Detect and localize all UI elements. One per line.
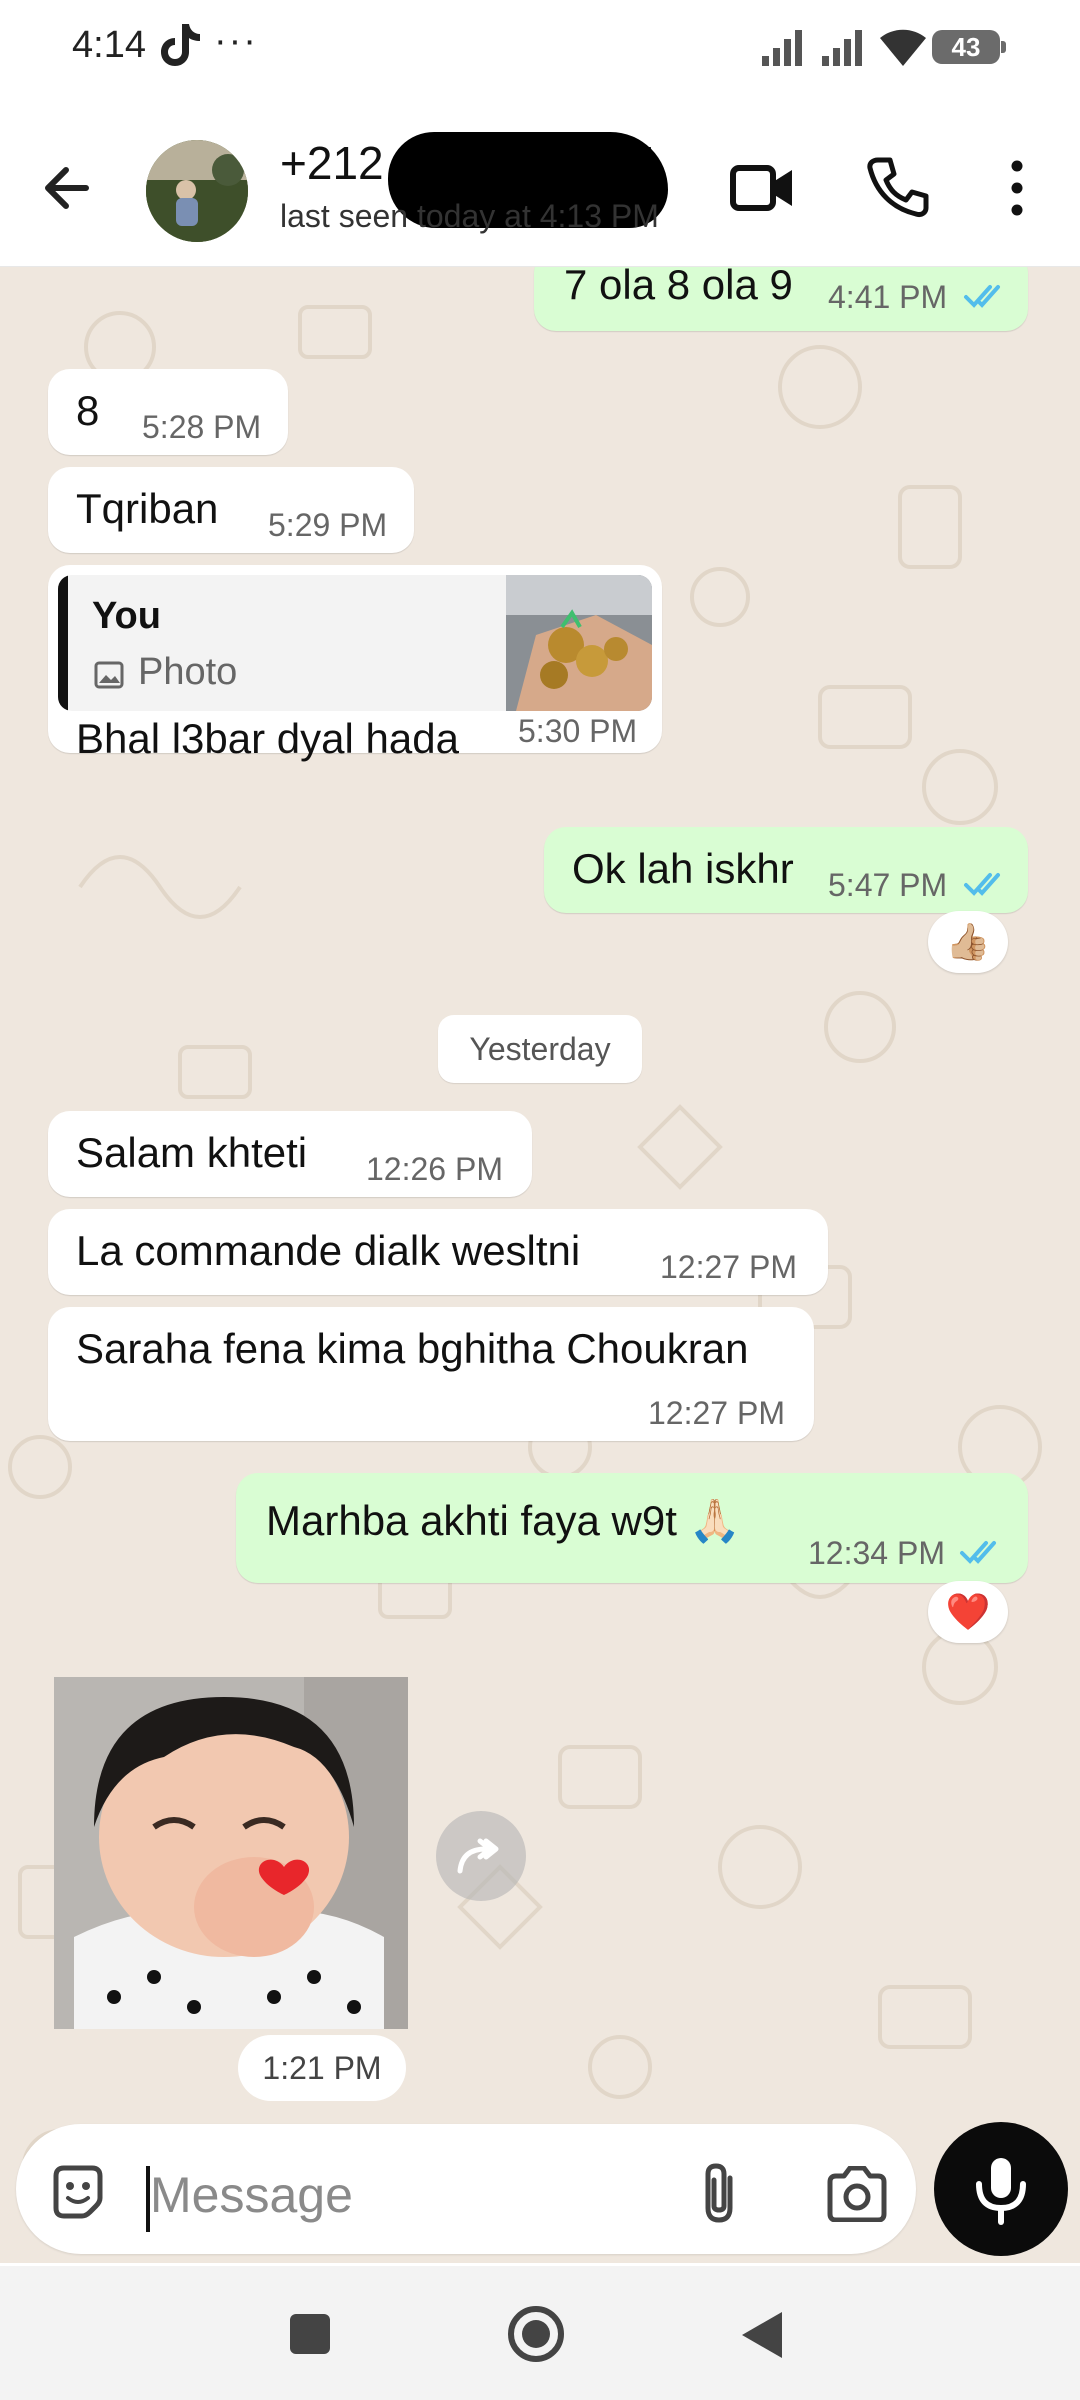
- message-bubble-incoming[interactable]: La commande dialk wesltni 12:27 PM: [48, 1209, 828, 1295]
- signal-icon: [762, 30, 802, 66]
- emoji-icon[interactable]: [48, 2162, 108, 2222]
- composer-bar: Message: [0, 2116, 1080, 2266]
- reaction-badge[interactable]: ❤️: [928, 1581, 1008, 1643]
- message-text: 7 ola 8 ola 9: [564, 267, 793, 308]
- home-button[interactable]: [506, 2304, 566, 2364]
- message-time: 4:41 PM: [828, 279, 948, 315]
- video-call-icon[interactable]: [730, 160, 796, 216]
- message-time: 12:26 PM: [366, 1151, 503, 1187]
- avatar[interactable]: [146, 140, 248, 242]
- forward-icon: [457, 1838, 499, 1874]
- quote-accent-bar: [58, 575, 68, 711]
- reaction-badge[interactable]: 👍🏼: [928, 911, 1008, 973]
- thumbs-up-icon: 👍🏼: [945, 921, 991, 962]
- message-bubble-incoming[interactable]: 8 5:28 PM: [48, 369, 288, 455]
- status-time: 4:14: [72, 24, 146, 66]
- message-bubble-outgoing[interactable]: 7 ola 8 ola 9 4:41 PM: [534, 267, 1028, 331]
- quoted-reply[interactable]: You Photo: [58, 575, 652, 711]
- system-nav-bar: [0, 2266, 1080, 2400]
- message-bubble-incoming[interactable]: Salam khteti 12:26 PM: [48, 1111, 532, 1197]
- mic-button[interactable]: [934, 2122, 1068, 2256]
- message-time: 5:30 PM: [518, 713, 638, 749]
- read-ticks-icon: [964, 285, 1000, 308]
- reply-type: Photo: [138, 651, 238, 693]
- message-bubble-incoming[interactable]: You Photo Bhal l3bar dyal hada 5:30 PM: [48, 565, 662, 762]
- more-notifications-icon: ···: [214, 20, 258, 62]
- message-text: La commande dialk wesltni: [76, 1227, 581, 1274]
- message-text: Marhba akhti faya w9t 🙏🏻: [266, 1497, 741, 1544]
- chat-area[interactable]: 7 ola 8 ola 9 4:41 PM 8 5:28 PM Tqriban …: [0, 267, 1080, 2263]
- chat-header: +2127 last seen today at 4:13 PM: [0, 100, 1080, 267]
- message-time: 12:27 PM: [648, 1395, 785, 1431]
- message-text: Salam khteti: [76, 1129, 308, 1176]
- read-ticks-icon: [960, 1541, 996, 1564]
- attach-icon[interactable]: [696, 2160, 742, 2226]
- message-bubble-incoming[interactable]: Saraha fena kima bghitha Choukran 12:27 …: [48, 1307, 814, 1441]
- photo-thumbnail[interactable]: [506, 575, 652, 711]
- message-time: 1:21 PM: [238, 2035, 406, 2101]
- tiktok-icon: [161, 24, 200, 66]
- message-text: Saraha fena kima bghitha Choukran: [76, 1325, 749, 1372]
- message-text: 8: [76, 387, 100, 434]
- message-text: Tqriban: [76, 485, 219, 532]
- status-bar: 4:14 ··· 43: [0, 0, 1080, 100]
- more-vertical-icon[interactable]: [1002, 158, 1032, 218]
- phone-icon[interactable]: [866, 154, 930, 218]
- message-time: 12:34 PM: [808, 1535, 945, 1571]
- message-bubble-outgoing[interactable]: Marhba akhti faya w9t 🙏🏻 12:34 PM: [236, 1473, 1028, 1583]
- message-time: 12:27 PM: [660, 1249, 797, 1285]
- mic-icon: [976, 2158, 1026, 2225]
- recents-button[interactable]: [290, 2314, 330, 2354]
- forward-button[interactable]: [436, 1811, 526, 1901]
- heart-icon: ❤️: [945, 1591, 991, 1632]
- message-time: 5:28 PM: [142, 409, 262, 445]
- camera-icon[interactable]: [826, 2166, 888, 2222]
- battery-icon: 43: [932, 30, 1006, 64]
- sticker-image[interactable]: [54, 1677, 408, 2029]
- date-separator: Yesterday: [438, 1015, 642, 1083]
- back-nav-button[interactable]: [740, 2310, 784, 2360]
- message-text: Bhal l3bar dyal hada: [76, 715, 459, 762]
- read-ticks-icon: [964, 873, 1000, 896]
- message-bubble-outgoing[interactable]: Ok lah iskhr 5:47 PM: [544, 827, 1028, 913]
- photo-icon: [94, 661, 124, 689]
- message-input[interactable]: Message: [150, 2166, 353, 2224]
- signal-icon: [822, 30, 862, 66]
- message-text: Ok lah iskhr: [572, 845, 794, 892]
- wifi-icon: [880, 29, 926, 66]
- back-arrow-icon[interactable]: [36, 156, 100, 220]
- message-time: 5:47 PM: [828, 867, 948, 903]
- last-seen-status: last seen today at 4:13 PM: [280, 198, 659, 234]
- message-input-container[interactable]: Message: [16, 2124, 916, 2254]
- reply-author: You: [92, 595, 161, 637]
- message-time: 5:29 PM: [268, 507, 388, 543]
- message-bubble-incoming[interactable]: Tqriban 5:29 PM: [48, 467, 414, 553]
